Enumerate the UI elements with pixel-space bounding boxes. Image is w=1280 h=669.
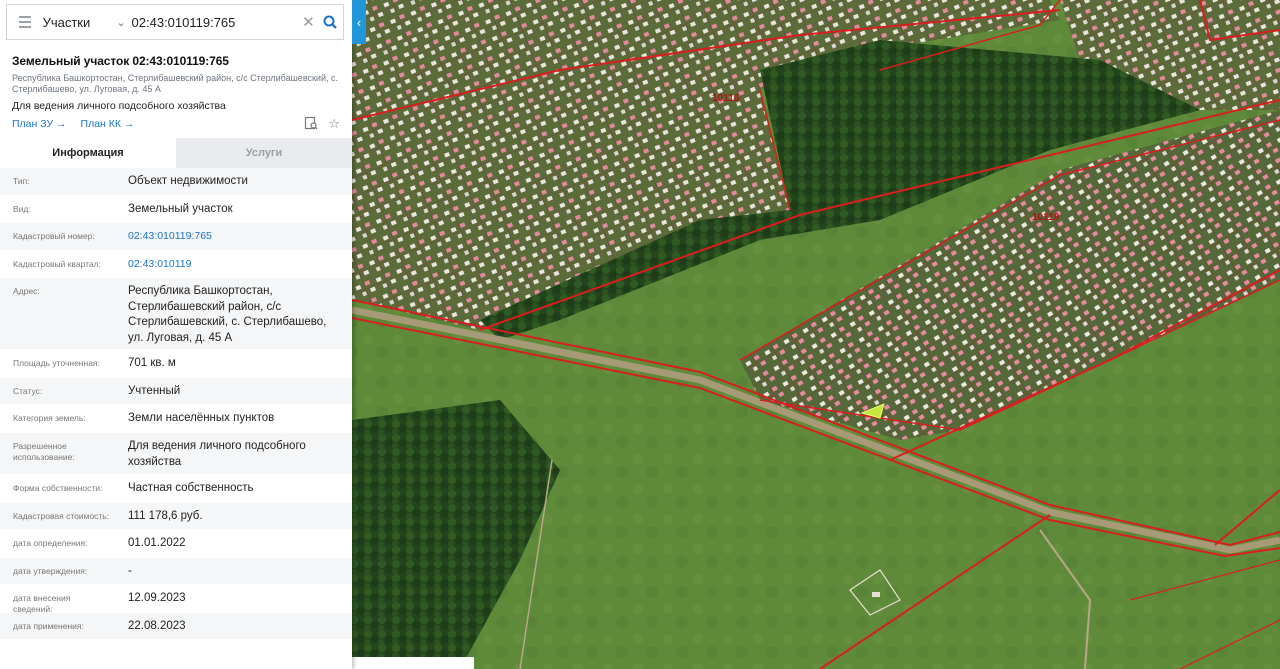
info-row-kind: Вид: Земельный участок [0, 196, 352, 223]
info-row-cadastral-value: Кадастровая стоимость: 111 178,6 руб. [0, 503, 352, 530]
info-row-ownership: Форма собственности: Частная собственнос… [0, 475, 352, 503]
quarter-label: 10119 [1032, 212, 1060, 223]
info-row-date-determined: дата определения: 01.01.2022 [0, 530, 352, 558]
info-key: дата определения: [13, 538, 88, 548]
info-value: Республика Башкортостан, Стерлибашевский… [128, 285, 327, 344]
tab-services[interactable]: Услуги [176, 138, 352, 168]
info-value: 22.08.2023 [128, 620, 186, 632]
tab-information[interactable]: Информация [0, 138, 176, 168]
parcel-address: Республика Башкортостан, Стерлибашевский… [12, 73, 338, 94]
info-value: Для ведения личного подсобного хозяйства [128, 440, 306, 468]
clear-icon[interactable]: ✕ [300, 13, 318, 31]
search-icon [323, 15, 337, 29]
info-value: 01.01.2022 [128, 537, 186, 549]
info-key: дата утверждения: [13, 566, 88, 576]
info-key: Кадастровый квартал: [13, 259, 101, 269]
search-bar: Участки ⌄ ✕ [6, 4, 344, 40]
info-value: - [128, 565, 132, 577]
info-row-permitted-use: Разрешенное использование: Для ведения л… [0, 433, 352, 475]
tabs: Информация Услуги [0, 138, 352, 168]
info-row-area: Площадь уточненная: 701 кв. м [0, 350, 352, 378]
info-row-cadastral-quarter: Кадастровый квартал: 02:43:010119 [0, 251, 352, 278]
quarter-label: 10116 [712, 93, 740, 104]
info-value: 701 кв. м [128, 357, 176, 369]
info-key: Вид: [13, 204, 31, 214]
info-key: Кадастровая стоимость: [13, 511, 110, 521]
info-key: Кадастровый номер: [13, 231, 95, 241]
page-title: Земельный участок 02:43:010119:765 [12, 54, 229, 68]
info-key: дата применения: [13, 621, 84, 631]
parcel-purpose: Для ведения личного подсобного хозяйства [12, 100, 226, 112]
cadastral-number-link[interactable]: 02:43:010119:765 [116, 223, 352, 245]
info-row-cadastral-number: Кадастровый номер: 02:43:010119:765 [0, 223, 352, 251]
info-value: Объект недвижимости [128, 175, 248, 187]
search-button[interactable] [317, 7, 343, 37]
info-row-status: Статус: Учтенный [0, 378, 352, 405]
info-value: Земли населённых пунктов [128, 412, 275, 424]
chevron-down-icon: ⌄ [116, 16, 126, 29]
info-key: Площадь уточненная: [13, 358, 100, 368]
object-type-label: Участки [42, 14, 91, 30]
info-value: Земельный участок [128, 203, 233, 215]
info-key: Статус: [13, 386, 43, 396]
parcel-header: Земельный участок 02:43:010119:765 Респу… [0, 44, 352, 138]
info-value: 12.09.2023 [128, 592, 186, 604]
info-row-address: Адрес: Республика Башкортостан, Стерлиба… [0, 278, 352, 350]
info-row-date-approved: дата утверждения: - [0, 558, 352, 585]
info-row-type: Тип: Объект недвижимости [0, 168, 352, 196]
plan-kk-link[interactable]: План КК → [81, 118, 135, 130]
info-key: дата внесения сведений: [13, 593, 71, 614]
favorite-star-icon[interactable]: ☆ [328, 116, 340, 133]
info-key: Разрешенное использование: [13, 441, 75, 462]
info-key: Тип: [13, 176, 30, 186]
collapse-panel-button[interactable]: ‹ [352, 0, 366, 44]
info-table: Тип: Объект недвижимости Вид: Земельный … [0, 168, 352, 640]
info-value: Частная собственность [128, 482, 254, 494]
cadastral-quarter-link[interactable]: 02:43:010119 [116, 251, 352, 273]
info-panel: Участки ⌄ ✕ Земельный участок 02:43:0101… [0, 0, 352, 669]
report-icon[interactable] [304, 116, 318, 133]
plan-zu-link[interactable]: План ЗУ → [12, 118, 67, 130]
info-key: Адрес: [13, 286, 40, 296]
info-row-land-category: Категория земель: Земли населённых пункт… [0, 405, 352, 433]
info-value: Учтенный [128, 385, 181, 397]
chevron-left-icon: ‹ [356, 14, 362, 30]
search-input[interactable] [131, 7, 300, 37]
object-type-select[interactable]: Участки ⌄ [43, 15, 132, 30]
map-scale-bar [352, 657, 474, 669]
info-row-date-applied: дата применения: 22.08.2023 [0, 613, 352, 640]
menu-icon[interactable] [7, 5, 43, 39]
info-row-date-entered: дата внесения сведений: 12.09.2023 [0, 585, 352, 614]
info-value: 111 178,6 руб. [128, 510, 203, 522]
info-key: Категория земель: [13, 413, 86, 423]
info-key: Форма собственности: [13, 483, 103, 493]
